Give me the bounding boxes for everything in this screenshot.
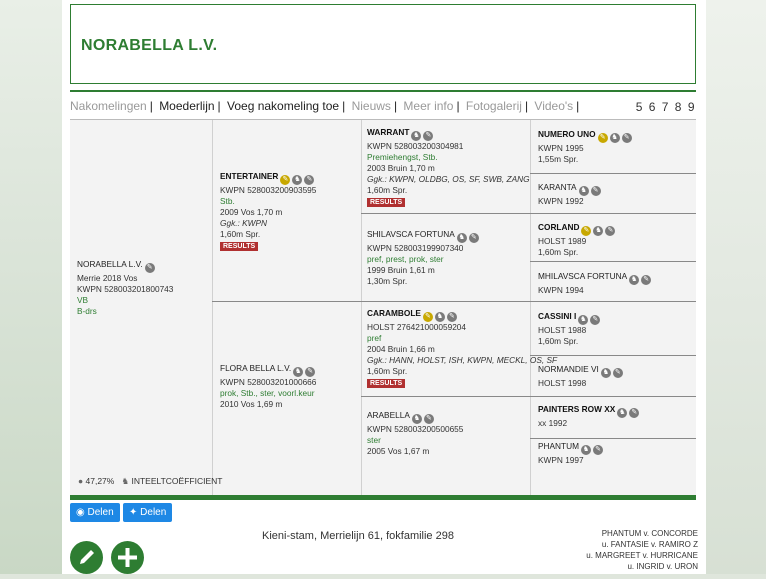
add-button[interactable] — [111, 541, 144, 574]
pedigree-icon[interactable]: ♞ — [411, 414, 422, 424]
facebook-share-button[interactable]: ◉ Delen — [70, 503, 120, 522]
edit-icon[interactable]: ✎ — [590, 186, 601, 196]
nav-bar: Nakomelingen | Moederlijn | Voeg nakomelin… — [70, 90, 696, 120]
dam-dam-name[interactable]: ARABELLA — [367, 410, 410, 420]
edit-icon[interactable]: ✎ — [280, 175, 291, 185]
plus-icon — [118, 548, 137, 567]
pedigree-icon[interactable]: ♞ — [578, 315, 589, 325]
pedigree: NORABELLA L.V. ✎ Merrie 2018 Vos KWPN 528… — [70, 120, 696, 495]
sire-dam-name[interactable]: SHILAVSCA FORTUNA — [367, 229, 455, 239]
pedigree-icon[interactable]: ♞ — [456, 233, 467, 243]
generation-selector[interactable]: 5 6 7 8 9 — [636, 100, 696, 114]
gen4-horse: CORLAND ✎ ♞ ✎ HOLST 1989 1,60m Spr. — [538, 222, 616, 258]
background-right — [704, 0, 766, 574]
dam-name[interactable]: FLORA BELLA L.V. — [220, 363, 291, 373]
edit-icon[interactable]: ✎ — [423, 414, 434, 424]
dam-dam-horse: ARABELLA ♞ ✎ KWPN 528003200500655 ster 200… — [367, 410, 464, 456]
dam-sire-name[interactable]: CARAMBOLE — [367, 308, 421, 318]
pedigree-icon[interactable]: ♞ — [293, 367, 304, 377]
edit-icon[interactable]: ✎ — [468, 233, 479, 243]
tab-videos[interactable]: Video's — [534, 99, 573, 113]
edit-icon[interactable]: ✎ — [590, 315, 601, 325]
edit-icon[interactable]: ✎ — [423, 131, 434, 141]
results-badge[interactable]: RESULTS — [367, 379, 406, 388]
sire-sire-horse: WARRANT ♞ ✎ KWPN 528003200304981 Premiehen… — [367, 127, 530, 207]
edit-icon[interactable]: ✎ — [422, 312, 433, 322]
edit-icon[interactable]: ✎ — [612, 368, 623, 378]
pedigree-icon[interactable]: ♞ — [434, 312, 445, 322]
results-badge[interactable]: RESULTS — [367, 198, 406, 207]
pedigree-icon[interactable]: ♞ — [617, 408, 628, 418]
tab-moederlijn[interactable]: Moederlijn — [159, 99, 214, 113]
results-badge[interactable]: RESULTS — [220, 242, 259, 251]
gen4-horse: MHILAVSCA FORTUNA ♞ ✎ KWPN 1994 — [538, 271, 652, 296]
edit-icon[interactable]: ✎ — [597, 133, 608, 143]
edit-icon[interactable]: ✎ — [629, 408, 640, 418]
drop-icon: ● — [78, 476, 84, 486]
pedigree-icon[interactable]: ♞ — [578, 186, 589, 196]
dam-sire-horse: CARAMBOLE ✎ ♞ ✎ HOLST 276421000059204 pref … — [367, 308, 558, 388]
tab-nakomelingen[interactable]: Nakomelingen — [70, 99, 147, 113]
stam-info: Kieni-stam, Merrielijn 61, fokfamilie 29… — [262, 530, 454, 542]
twitter-icon: ✦ — [129, 507, 138, 518]
sire-name[interactable]: ENTERTAINER — [220, 171, 278, 181]
inbreeding-coefficient: ● 47,27% ♞ INTEELTCOËFFICIENT — [78, 476, 223, 486]
edit-icon[interactable]: ✎ — [641, 275, 652, 285]
divider-bar — [70, 495, 696, 500]
pedigree-icon[interactable]: ♞ — [411, 131, 422, 141]
facebook-icon: ◉ — [76, 507, 85, 518]
edit-button[interactable] — [70, 541, 103, 574]
edit-icon[interactable]: ✎ — [304, 175, 315, 185]
pedigree-icon[interactable]: ♞ — [593, 226, 604, 236]
gen4-horse: KARANTA ♞ ✎ KWPN 1992 — [538, 182, 601, 207]
tab-meer-info[interactable]: Meer info — [403, 99, 453, 113]
sire-dam-horse: SHILAVSCA FORTUNA ♞ ✎ KWPN 528003199907340… — [367, 229, 479, 287]
sire-horse: ENTERTAINER ✎ ♞ ✎ KWPN 528003200903595 Stb.… — [220, 171, 317, 251]
pedigree-icon[interactable]: ♞ — [629, 275, 640, 285]
horse-icon: ♞ — [121, 476, 130, 486]
gen4-horse: PAINTERS ROW XX ♞ ✎ xx 1992 — [538, 404, 640, 429]
pedigree-icon[interactable]: ♞ — [600, 368, 611, 378]
edit-icon[interactable]: ✎ — [144, 263, 155, 273]
twitter-share-button[interactable]: ✦ Delen — [123, 503, 173, 522]
dam-horse: FLORA BELLA L.V. ♞ ✎ KWPN 528003201000666 … — [220, 363, 317, 409]
pedigree-icon[interactable]: ♞ — [609, 133, 620, 143]
gen4-horse: PHANTUM ♞ ✎ KWPN 1997 — [538, 441, 604, 466]
sire-sire-name[interactable]: WARRANT — [367, 127, 409, 137]
subject-name[interactable]: NORABELLA L.V. — [77, 259, 143, 269]
dam-line: PHANTUM v. CONCORDE u. FANTASIE v. RAMIR… — [586, 529, 698, 571]
gen4-horse: CASSINI I ♞ ✎ HOLST 1988 1,60m Spr. — [538, 311, 601, 347]
edit-icon[interactable]: ✎ — [446, 312, 457, 322]
edit-icon[interactable]: ✎ — [621, 133, 632, 143]
pedigree-icon[interactable]: ♞ — [581, 445, 592, 455]
tab-fotogalerij[interactable]: Fotogalerij — [466, 99, 522, 113]
edit-icon[interactable]: ✎ — [605, 226, 616, 236]
edit-icon[interactable]: ✎ — [593, 445, 604, 455]
gen4-horse: NUMERO UNO ✎ ♞ ✎ KWPN 1995 1,55m Spr. — [538, 129, 632, 165]
tab-nieuws[interactable]: Nieuws — [352, 99, 391, 113]
gen4-horse: NORMANDIE VI ♞ ✎ HOLST 1998 — [538, 364, 623, 389]
subject-horse: NORABELLA L.V. ✎ Merrie 2018 Vos KWPN 528… — [77, 259, 174, 316]
background-left — [0, 0, 62, 574]
pencil-icon — [80, 550, 94, 564]
page-title: NORABELLA L.V. — [81, 37, 218, 54]
edit-icon[interactable]: ✎ — [581, 226, 592, 236]
tab-voeg-nakomeling-toe[interactable]: Voeg nakomeling toe — [227, 99, 339, 113]
edit-icon[interactable]: ✎ — [305, 367, 316, 377]
title-box: NORABELLA L.V. — [70, 4, 696, 84]
pedigree-icon[interactable]: ♞ — [292, 175, 303, 185]
page: NORABELLA L.V. Nakomelingen | Moederlijn |… — [62, 0, 706, 574]
